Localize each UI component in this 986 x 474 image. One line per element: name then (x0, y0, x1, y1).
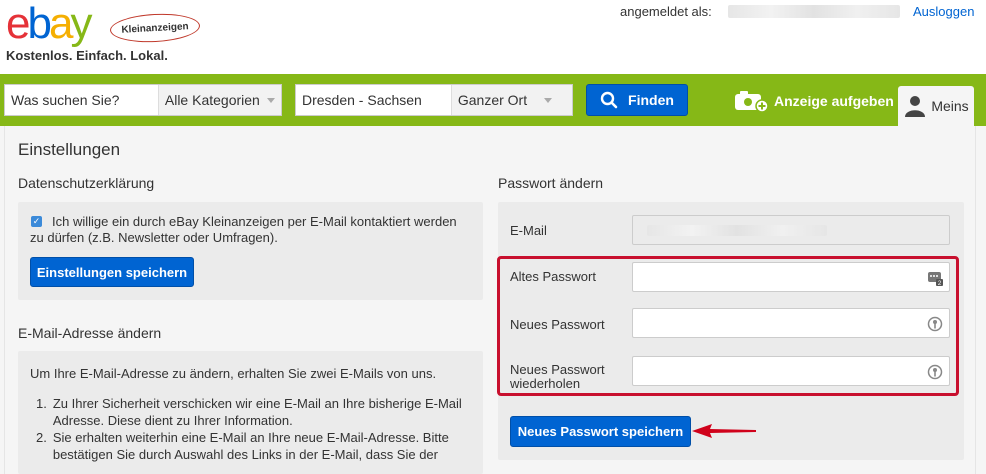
consent-text: Ich willige ein durch eBay Kleinanzeigen… (30, 214, 457, 245)
password-heading: Passwort ändern (498, 175, 604, 191)
list-item: 2. Sie erhalten weiterhin eine E-Mail an … (36, 429, 476, 463)
chevron-down-icon (544, 97, 552, 103)
logged-in-label: angemeldet als: (620, 4, 712, 19)
chevron-down-icon (267, 97, 275, 103)
radius-select[interactable]: Ganzer Ort (450, 85, 572, 115)
ebay-logo[interactable]: ebay (6, 2, 92, 46)
user-icon (905, 96, 926, 117)
kleinanzeigen-badge: Kleinanzeigen (109, 11, 201, 45)
username-redacted (728, 5, 900, 18)
post-ad-button[interactable]: Anzeige aufgeben (734, 90, 894, 112)
find-button[interactable]: Finden (586, 84, 688, 116)
email-change-intro: Um Ihre E-Mail-Adresse zu ändern, erhalt… (30, 366, 437, 381)
step-text: Sie erhalten weiterhin eine E-Mail an Ih… (52, 430, 449, 462)
camera-plus-icon (735, 91, 768, 112)
tagline: Kostenlos. Einfach. Lokal. (6, 48, 168, 63)
password-highlight-box (497, 256, 959, 396)
email-change-steps: 1. Zu Ihrer Sicherheit verschicken wir ei… (36, 395, 476, 463)
search-navbar: Was suchen Sie? Alle Kategorien Dresden … (0, 74, 986, 126)
email-field (632, 215, 950, 245)
step-text: Zu Ihrer Sicherheit verschicken wir eine… (52, 396, 462, 428)
page-title: Einstellungen (18, 140, 121, 159)
email-change-heading: E-Mail-Adresse ändern (18, 325, 162, 341)
email-label: E-Mail (510, 223, 547, 238)
logout-link[interactable]: Ausloggen (913, 4, 974, 19)
privacy-heading: Datenschutzerklärung (18, 175, 155, 191)
radius-select-value: Ganzer Ort (457, 92, 528, 108)
category-select-value: Alle Kategorien (164, 92, 260, 108)
category-select[interactable]: Alle Kategorien (157, 85, 281, 115)
location-input[interactable]: Dresden - Sachsen (296, 85, 451, 115)
list-item: 1. Zu Ihrer Sicherheit verschicken wir ei… (36, 395, 476, 429)
tab-meins[interactable]: Meins (898, 86, 974, 126)
save-new-password-button[interactable]: Neues Passwort speichern (510, 416, 691, 447)
search-input[interactable]: Was suchen Sie? (5, 85, 158, 115)
post-ad-label: Anzeige aufgeben (774, 93, 894, 109)
email-redacted (647, 225, 827, 236)
find-button-label: Finden (628, 92, 674, 108)
search-icon (600, 91, 618, 109)
consent-checkbox[interactable]: ✓ (31, 216, 42, 227)
red-arrow-icon (692, 424, 756, 438)
location-group: Dresden - Sachsen Ganzer Ort (295, 84, 573, 116)
save-settings-button[interactable]: Einstellungen speichern (30, 257, 194, 287)
search-group: Was suchen Sie? Alle Kategorien (4, 84, 282, 116)
site-header: ebay Kleinanzeigen Kostenlos. Einfach. L… (0, 0, 986, 74)
tab-meins-label: Meins (931, 98, 969, 114)
